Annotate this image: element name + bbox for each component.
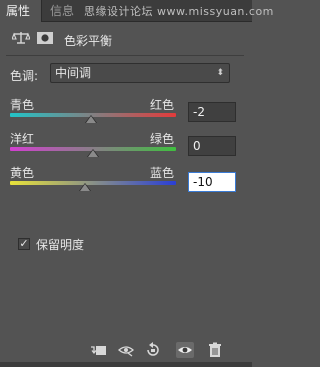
tab-properties[interactable]: 属性 (0, 0, 42, 22)
slider-value-input[interactable]: -2 (188, 102, 236, 122)
reset-icon[interactable] (144, 342, 162, 358)
tone-selected-value: 中间调 (55, 66, 92, 80)
clip-to-layer-icon[interactable] (90, 342, 108, 358)
tone-label: 色调: (10, 69, 39, 83)
slider-left-label: 洋红 (10, 132, 35, 146)
slider-right-label: 红色 (150, 98, 175, 112)
visibility-eye-icon[interactable] (176, 342, 194, 358)
slider-right-label: 绿色 (150, 132, 175, 146)
panel-header: 色彩平衡 (0, 22, 252, 56)
watermark-text: 思缘设计论坛 www.missyuan.com (84, 5, 274, 18)
bottom-toolbar (0, 340, 252, 362)
slider-yellow-blue: 黄色 蓝色 -10 (10, 164, 242, 200)
slider-value-input[interactable]: 0 (188, 136, 236, 156)
panel-bottom-edge (0, 362, 252, 367)
panel-title: 色彩平衡 (64, 34, 113, 48)
mask-icon[interactable] (36, 31, 54, 45)
balance-icon[interactable] (11, 31, 31, 45)
slider-left-label: 青色 (10, 98, 35, 112)
preserve-luminosity-label: 保留明度 (36, 238, 85, 252)
slider-cyan-red: 青色 红色 -2 (10, 96, 242, 132)
dropdown-arrow-icon: ⬍ (216, 68, 224, 78)
slider-thumb[interactable] (88, 150, 98, 157)
tab-info[interactable]: 信息 (44, 0, 80, 22)
view-previous-icon[interactable] (117, 342, 135, 358)
slider-value-input[interactable]: -10 (188, 172, 236, 192)
panel-tab-bar: 属性 信息 思缘设计论坛 www.missyuan.com (0, 0, 273, 22)
slider-left-label: 黄色 (10, 166, 35, 180)
slider-track[interactable] (10, 181, 176, 185)
slider-magenta-green: 洋红 绿色 0 (10, 130, 242, 166)
slider-thumb[interactable] (86, 116, 97, 123)
preserve-luminosity-checkbox[interactable]: ✓ (18, 238, 30, 250)
header-divider (6, 55, 244, 56)
tone-select[interactable]: 中间调 ⬍ (50, 63, 230, 83)
slider-right-label: 蓝色 (150, 166, 175, 180)
slider-thumb[interactable] (79, 184, 90, 191)
delete-trash-icon[interactable] (206, 342, 224, 358)
